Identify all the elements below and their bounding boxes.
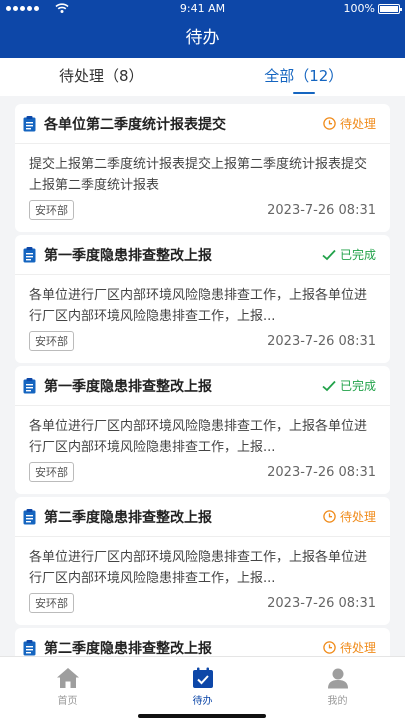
task-description: 各单位进行厂区内部环境风险隐患排查工作，上报各单位进行厂区内部环境风险隐患排查工…: [29, 288, 368, 324]
clipboard-icon: [23, 377, 36, 393]
status-label: 待处理: [339, 510, 376, 524]
tabbar-label: 我的: [327, 696, 348, 707]
task-card-footer: 安环部 2023-7-26 08:31: [15, 458, 390, 494]
task-date: 2023-7-26 08:31: [267, 595, 376, 611]
task-card[interactable]: 第一季度隐患排查整改上报 已完成 各单位进行厂区内部环境风险隐患排查工作，上报各…: [15, 366, 390, 494]
tabbar-label: 待办: [192, 696, 213, 707]
task-title: 各单位第二季度统计报表提交: [44, 116, 226, 133]
page-title: 待办: [185, 28, 220, 48]
tabbar-item-home[interactable]: 首页: [0, 657, 135, 720]
battery-percent: 100%: [343, 2, 375, 15]
home-indicator: [138, 714, 266, 718]
clock-icon: [323, 641, 336, 654]
tabbar-label: 首页: [57, 696, 78, 707]
department-tag: 安环部: [29, 200, 74, 220]
task-card-footer: 安环部 2023-7-26 08:31: [15, 327, 390, 363]
task-title: 第二季度隐患排查整改上报: [44, 640, 212, 657]
task-card[interactable]: 第二季度隐患排查整改上报 待处理: [15, 628, 390, 656]
tabbar-item-todo[interactable]: 待办: [135, 657, 270, 720]
status-label: 待处理: [339, 117, 376, 131]
status-badge: 待处理: [323, 508, 376, 525]
task-card[interactable]: 第二季度隐患排查整改上报 待处理 各单位进行厂区内部环境风险隐患排查工作，上报各…: [15, 497, 390, 625]
task-card-header: 第二季度隐患排查整改上报 待处理: [15, 628, 390, 656]
nav-bar: 待办: [0, 18, 405, 58]
clipboard-icon: [23, 115, 36, 131]
status-badge: 已完成: [322, 377, 376, 394]
task-list[interactable]: 各单位第二季度统计报表提交 待处理 提交上报第二季度统计报表提交上报第二季度统计…: [0, 96, 405, 656]
task-description: 提交上报第二季度统计报表提交上报第二季度统计报表提交上报第二季度统计报表: [29, 157, 368, 193]
department-tag: 安环部: [29, 462, 74, 482]
task-date: 2023-7-26 08:31: [267, 464, 376, 480]
home-icon: [56, 668, 79, 688]
task-date: 2023-7-26 08:31: [267, 202, 376, 218]
status-badge: 待处理: [323, 115, 376, 132]
battery-icon: [378, 4, 402, 14]
filter-tabs: 待处理（8） 全部（12）: [0, 58, 405, 96]
status-badge: 已完成: [322, 246, 376, 263]
task-title: 第二季度隐患排查整改上报: [44, 509, 212, 526]
clipboard-icon: [23, 246, 36, 262]
task-card-header: 第一季度隐患排查整改上报 已完成: [15, 235, 390, 275]
tabbar-item-profile[interactable]: 我的: [270, 657, 405, 720]
calendar-check-icon: [192, 667, 213, 688]
status-label: 已完成: [339, 248, 376, 262]
status-badge: 待处理: [323, 639, 376, 656]
task-card[interactable]: 各单位第二季度统计报表提交 待处理 提交上报第二季度统计报表提交上报第二季度统计…: [15, 104, 390, 232]
task-description: 各单位进行厂区内部环境风险隐患排查工作，上报各单位进行厂区内部环境风险隐患排查工…: [29, 550, 368, 586]
status-bar: 9:41 AM 100%: [0, 0, 405, 18]
task-card-header: 第一季度隐患排查整改上报 已完成: [15, 366, 390, 406]
clock-icon: [323, 117, 336, 130]
task-card[interactable]: 第一季度隐患排查整改上报 已完成 各单位进行厂区内部环境风险隐患排查工作，上报各…: [15, 235, 390, 363]
clock-icon: [323, 510, 336, 523]
task-card-footer: 安环部 2023-7-26 08:31: [15, 589, 390, 625]
task-card-header: 各单位第二季度统计报表提交 待处理: [15, 104, 390, 144]
task-card-header: 第二季度隐患排查整改上报 待处理: [15, 497, 390, 537]
user-icon: [327, 668, 348, 689]
clipboard-icon: [23, 639, 36, 655]
check-icon: [322, 249, 336, 260]
status-label: 已完成: [339, 379, 376, 393]
tab-pending[interactable]: 待处理（8）: [0, 58, 203, 96]
task-date: 2023-7-26 08:31: [267, 333, 376, 349]
tab-all[interactable]: 全部（12）: [203, 58, 405, 96]
task-description: 各单位进行厂区内部环境风险隐患排查工作，上报各单位进行厂区内部环境风险隐患排查工…: [29, 419, 368, 455]
bottom-tab-bar: 首页 待办 我的: [0, 656, 405, 720]
clipboard-icon: [23, 508, 36, 524]
task-title: 第一季度隐患排查整改上报: [44, 247, 212, 264]
department-tag: 安环部: [29, 593, 74, 613]
department-tag: 安环部: [29, 331, 74, 351]
task-title: 第一季度隐患排查整改上报: [44, 378, 212, 395]
status-label: 待处理: [339, 641, 376, 655]
task-card-footer: 安环部 2023-7-26 08:31: [15, 196, 390, 232]
check-icon: [322, 380, 336, 391]
